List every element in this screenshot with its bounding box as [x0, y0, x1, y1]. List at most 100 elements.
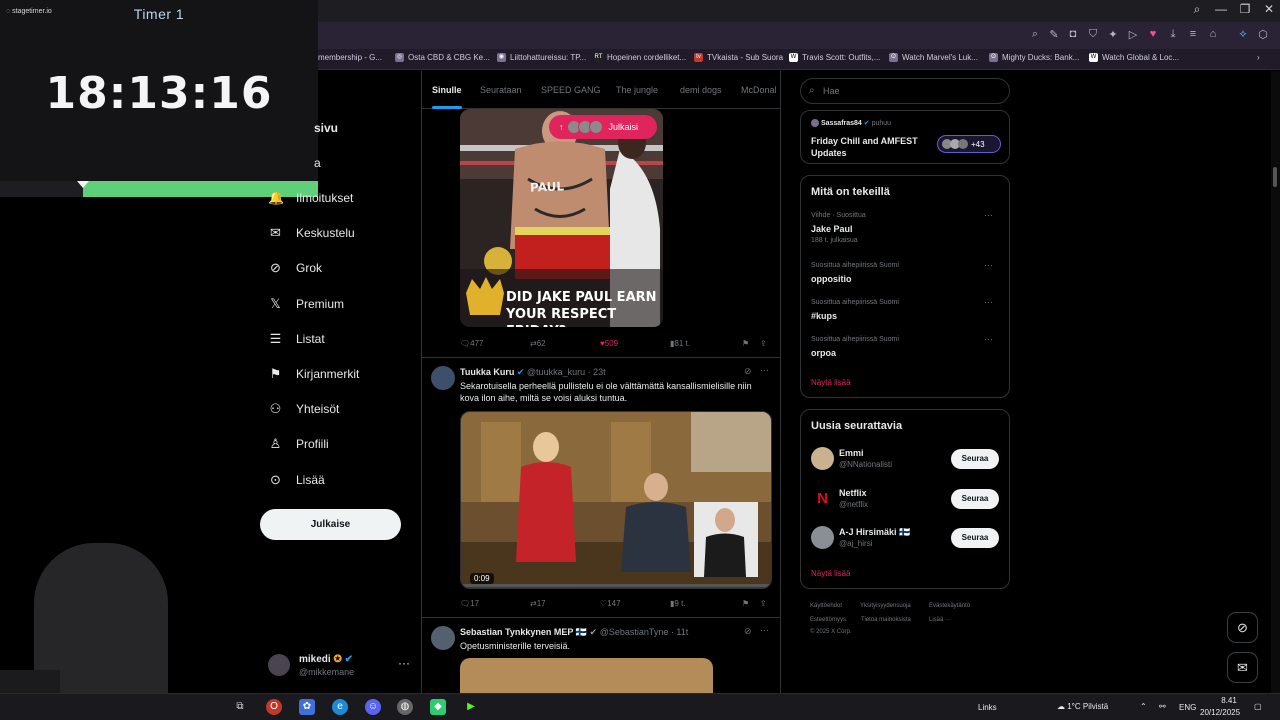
play-icon[interactable]: ▷ — [1126, 28, 1140, 41]
bookmark-item[interactable]: W Travis Scott: Outfits,... — [789, 53, 880, 62]
trends-show-more[interactable]: Näytä lisää — [811, 378, 851, 387]
trend-name[interactable]: orpoa — [811, 348, 836, 358]
space-card[interactable]: Sassafras84 ✔ puhuu Friday Chill and AMF… — [800, 110, 1010, 164]
avatar[interactable] — [431, 626, 455, 650]
follow-button[interactable]: Seuraa — [951, 528, 999, 548]
lock-icon[interactable]: ⌂ — [1206, 28, 1220, 40]
reply-button[interactable]: 🗨 17 — [460, 599, 479, 608]
avatar[interactable] — [811, 526, 834, 549]
downloads-icon[interactable]: ⤓ — [1166, 28, 1180, 41]
follow-name[interactable]: Emmi — [839, 448, 864, 458]
nav-item-listat[interactable]: ☰ Listat — [268, 327, 325, 351]
bookmarks-overflow-icon[interactable]: › — [1257, 53, 1260, 62]
like-button[interactable]: ♡ 147 — [600, 599, 621, 608]
grok-icon[interactable]: ⊘ — [744, 626, 752, 637]
share-icon[interactable]: ⇪ — [760, 599, 767, 608]
author-name[interactable]: Sebastian Tynkkynen MEP — [460, 627, 573, 637]
footer-link[interactable]: Esteettömyys — [810, 617, 846, 623]
views-button[interactable]: ▮ 81 t. — [670, 339, 690, 348]
nav-item-profiili[interactable]: ♙ Profiili — [268, 432, 329, 456]
kick-icon[interactable]: ▶ — [463, 699, 479, 715]
clock-time[interactable]: 8.41 — [1215, 696, 1243, 705]
nav-item-keskustelu[interactable]: ✉ Keskustelu — [268, 221, 355, 245]
discord-icon[interactable]: ☺ — [365, 699, 381, 715]
follow-name[interactable]: Netflix — [839, 488, 867, 498]
clock-date[interactable]: 20/12/2025 — [1200, 708, 1240, 717]
search-input[interactable]: ⌕ Hae — [800, 78, 1010, 104]
trend-more-icon[interactable]: ··· — [984, 297, 993, 307]
bookmark-item[interactable]: ʘ Mighty Ducks: Bank... — [989, 53, 1079, 62]
edit-icon[interactable]: ✎ — [1047, 28, 1061, 41]
nav-item-yhteisöt[interactable]: ⚇ Yhteisöt — [268, 397, 340, 421]
links-toolbar[interactable]: Links — [978, 703, 997, 712]
menu-icon[interactable]: ≡ — [1186, 28, 1200, 40]
tab-demi-dogs[interactable]: demi dogs — [680, 85, 722, 95]
bookmark-item[interactable]: tv TVkaista - Sub Suora — [694, 53, 783, 62]
author-handle[interactable]: @SebastianTyne · 11t — [600, 627, 689, 637]
trend-more-icon[interactable]: ··· — [984, 260, 993, 270]
account-switcher[interactable]: mikedi ✪ ✔ @mikkemane ··· — [268, 652, 410, 682]
tab-seurataan[interactable]: Seurataan — [480, 85, 522, 95]
follow-show-more[interactable]: Näytä lisää — [811, 569, 851, 578]
tweet-video[interactable]: 0:09 — [460, 411, 772, 589]
task-view-icon[interactable]: ⧉ — [232, 699, 248, 715]
nav-item-ilmoitukset[interactable]: 🔔 Ilmoitukset — [268, 186, 353, 210]
game-icon[interactable]: ◆ — [430, 699, 446, 715]
post-button[interactable]: Julkaise — [260, 509, 401, 540]
bookmark-item[interactable]: RT Hopeinen cordelliket... — [594, 53, 686, 62]
tweet-image[interactable] — [460, 658, 713, 693]
copilot-icon[interactable]: ✿ — [299, 699, 315, 715]
follow-button[interactable]: Seuraa — [951, 449, 999, 469]
reply-button[interactable]: 🗨 477 — [460, 339, 484, 348]
nav-item-grok[interactable]: ⊘ Grok — [268, 256, 322, 280]
new-posts-pill[interactable]: ↑ Julkaisi — [549, 115, 657, 139]
bookmark-item[interactable]: membership - G... — [318, 53, 382, 62]
grok-fab-icon[interactable]: ⊘ — [1227, 612, 1258, 643]
account-more-icon[interactable]: ··· — [398, 656, 410, 670]
app-icon[interactable]: ◍ — [397, 699, 413, 715]
network-icon[interactable]: ⚯ — [1159, 702, 1166, 711]
tweet-image[interactable]: PAUL DID JAKE PAUL EARN YOUR RESPECT FRI… — [460, 109, 663, 327]
tab-mcdonal[interactable]: McDonal — [741, 85, 777, 95]
tab-the-jungle[interactable]: The jungle — [616, 85, 658, 95]
nav-item-lisää[interactable]: ⊙ Lisää — [268, 468, 325, 492]
nav-explore-partial[interactable]: a — [314, 151, 321, 175]
tab-speed-gang[interactable]: SPEED GANG — [541, 85, 601, 95]
heart-icon[interactable]: ♥ — [1146, 28, 1160, 40]
more-icon[interactable]: ··· — [760, 625, 769, 635]
camera-icon[interactable]: ◘ — [1066, 28, 1080, 40]
avatar[interactable] — [431, 366, 455, 390]
trend-name[interactable]: #kups — [811, 311, 837, 321]
maximize-button[interactable]: ❐ — [1234, 2, 1256, 16]
grok-icon[interactable]: ⊘ — [744, 366, 752, 377]
bookmark-icon[interactable]: ⚑ — [742, 339, 749, 348]
scrollbar-thumb[interactable] — [1273, 167, 1277, 187]
bookmark-item[interactable]: ◎ Osta CBD & CBG Ke... — [395, 53, 490, 62]
shield-icon[interactable]: ⛉ — [1086, 28, 1100, 41]
avatar[interactable] — [811, 447, 834, 470]
footer-link[interactable]: Yksityisyydensuoja — [860, 603, 911, 609]
notifications-icon[interactable]: ▢ — [1254, 702, 1262, 711]
follow-name[interactable]: A-J Hirsimäki 🇫🇮 — [839, 527, 910, 538]
footer-link[interactable]: Lisää ··· — [929, 617, 951, 623]
video-progress-track[interactable] — [461, 584, 771, 587]
nav-item-kirjanmerkit[interactable]: ⚑ Kirjanmerkit — [268, 362, 360, 386]
author-name[interactable]: Tuukka Kuru — [460, 367, 514, 377]
minimize-button[interactable]: — — [1210, 2, 1232, 16]
footer-link[interactable]: Evästekäytäntö — [929, 603, 970, 609]
weather-widget[interactable]: ☁ 1°C Pilvistä — [1057, 702, 1108, 711]
bookmark-item[interactable]: ◉ Liittohattureissu: TP... — [497, 53, 586, 62]
views-button[interactable]: ▮ 9 t. — [670, 599, 686, 608]
vpn-icon[interactable]: ✦ — [1106, 28, 1120, 41]
nav-item-premium[interactable]: 𝕏 Premium — [268, 292, 344, 316]
zoom-icon[interactable]: ⌕ — [1028, 28, 1042, 41]
bookmark-item[interactable]: W Watch Global & Loc... — [1089, 53, 1179, 62]
bookmark-item[interactable]: ʘ Watch Marvel's Luk... — [889, 53, 978, 62]
netflix-logo-icon[interactable]: N — [811, 487, 834, 510]
trend-name[interactable]: Jake Paul — [811, 224, 853, 234]
cube-icon[interactable]: ⬡ — [1256, 28, 1270, 41]
tray-chevron-icon[interactable]: ⌃ — [1140, 702, 1147, 711]
opera-gx-icon[interactable]: O — [266, 699, 282, 715]
trend-name[interactable]: oppositio — [811, 274, 852, 284]
search-icon[interactable]: ⌕ — [1186, 2, 1208, 17]
